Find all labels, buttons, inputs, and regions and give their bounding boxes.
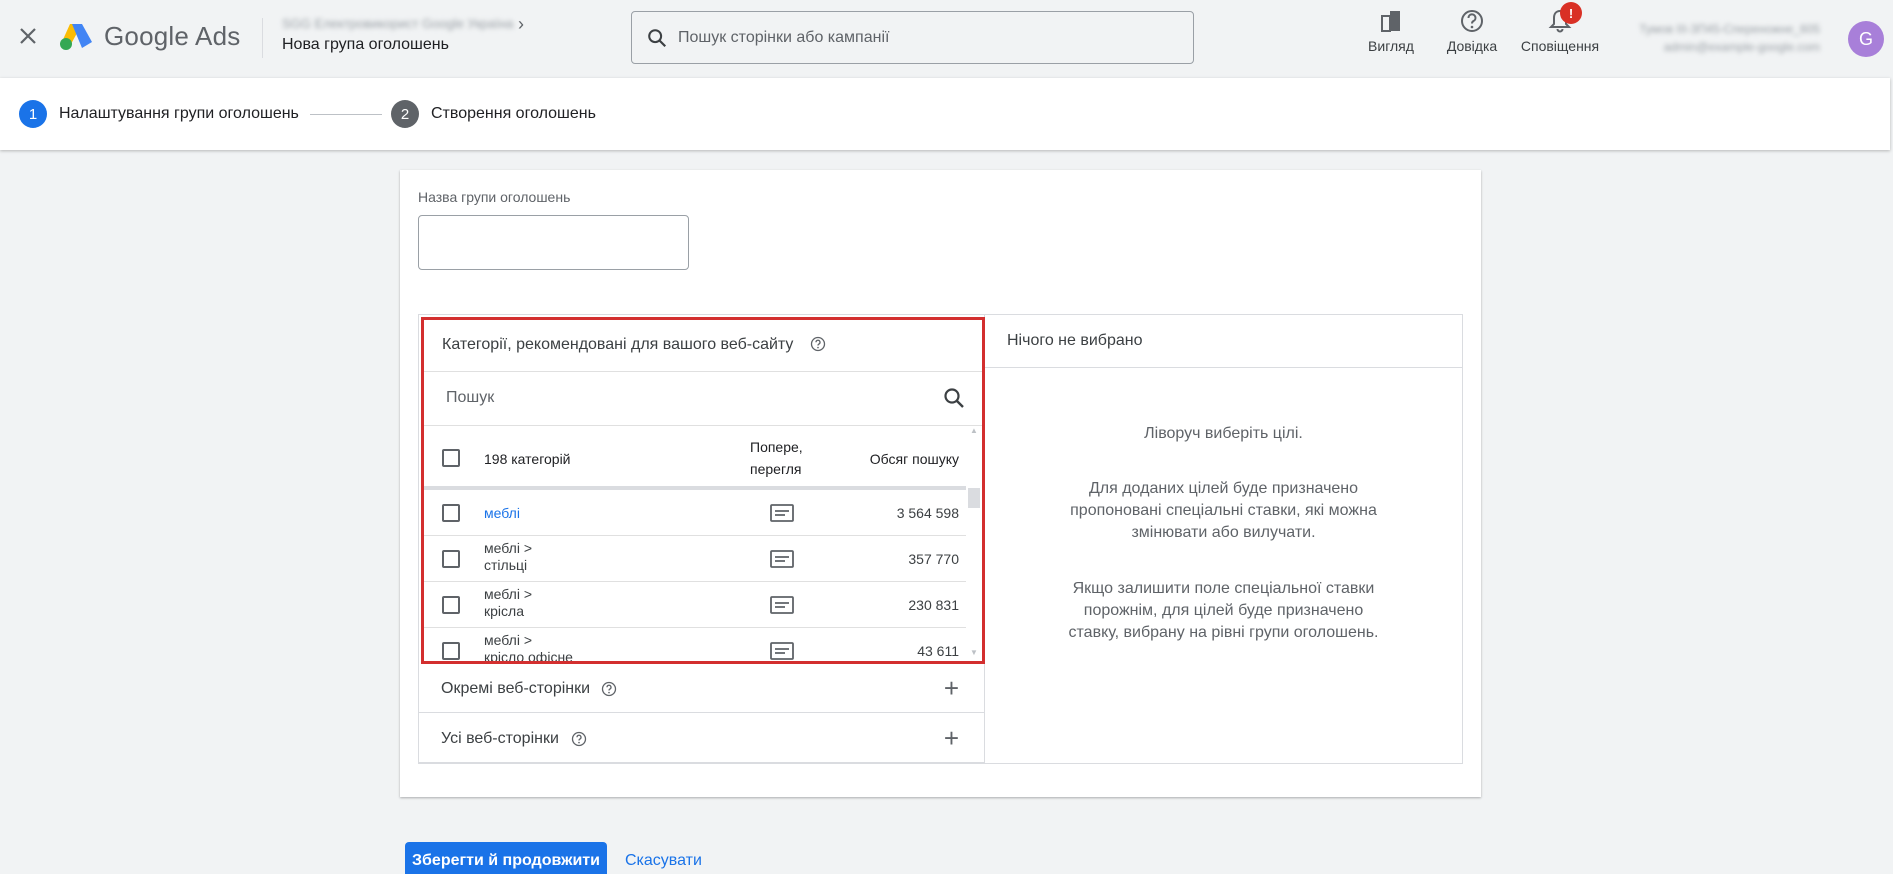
row-checkbox[interactable] [442, 596, 460, 614]
view-label: Вигляд [1368, 38, 1414, 54]
search-placeholder: Пошук сторінки або кампанії [678, 28, 890, 46]
step-2[interactable]: 2 Створення оголошень [391, 100, 596, 128]
help-circle-icon [1461, 10, 1483, 32]
selected-header: Нічого не вибрано [985, 315, 1462, 368]
account-info[interactable]: Тумов ІІІ-ЗП45-Спереножне_605 admin@exam… [1630, 20, 1820, 56]
header-divider [262, 18, 263, 58]
category-row[interactable]: меблі > стільці 357 770 [424, 536, 967, 582]
search-volume: 230 831 [908, 597, 959, 613]
web-pages-accordion[interactable]: Окремі веб-сторінки + [419, 665, 985, 713]
category-parent: меблі > [484, 632, 532, 648]
category-name: меблі > стільці [484, 540, 532, 574]
categories-title: Категорії, рекомендовані для вашого веб-… [442, 336, 794, 353]
add-icon[interactable]: + [944, 675, 959, 701]
category-child: крісла [484, 603, 524, 619]
bid-info-text: Для доданих цілей буде призначено пропон… [1070, 480, 1377, 541]
ad-preview-icon[interactable] [770, 504, 794, 527]
product-name: Google Ads [104, 20, 241, 51]
row-checkbox[interactable] [442, 504, 460, 522]
close-icon[interactable] [14, 22, 42, 50]
category-name: меблі > крісло офісне [484, 632, 573, 664]
all-web-pages-title: Усі веб-сторінки [441, 730, 559, 747]
column-header-search-volume[interactable]: Обсяг пошуку [870, 451, 959, 467]
step-2-label: Створення оголошень [431, 105, 596, 122]
all-web-pages-accordion[interactable]: Усі веб-сторінки + [419, 715, 985, 763]
search-input[interactable]: Пошук сторінки або кампанії [631, 11, 1194, 64]
avatar[interactable]: G [1848, 21, 1884, 57]
categories-search[interactable]: Пошук [424, 372, 982, 426]
step-1-label: Налаштування групи оголошень [59, 105, 299, 122]
page-title: Нова група оголошень [282, 36, 449, 53]
account-email: admin@example-google.com [1663, 40, 1820, 54]
row-checkbox[interactable] [442, 642, 460, 660]
category-row[interactable]: меблі > крісла 230 831 [424, 582, 967, 628]
google-ads-logo[interactable]: Google Ads [58, 20, 240, 52]
scroll-down-arrow-icon[interactable]: ▼ [970, 648, 978, 657]
targeting-panel: Категорії, рекомендовані для вашого веб-… [418, 314, 1463, 764]
web-pages-title: Окремі веб-сторінки [441, 680, 591, 697]
view-button[interactable]: Вигляд [1364, 8, 1418, 58]
category-row[interactable]: меблі > крісло офісне 43 611 [424, 628, 967, 664]
select-hint: Ліворуч виберіть цілі. [1144, 425, 1303, 442]
categories-scrollbar[interactable]: ▲ ▼ [966, 426, 982, 661]
step-1-number: 1 [19, 100, 47, 128]
ad-preview-icon[interactable] [770, 642, 794, 661]
cancel-button[interactable]: Скасувати [625, 852, 702, 870]
category-parent: меблі > [484, 586, 532, 602]
ad-group-name-input[interactable] [418, 215, 689, 270]
categories-header: Категорії, рекомендовані для вашого веб-… [424, 320, 982, 372]
category-parent: меблі > [484, 540, 532, 556]
add-icon[interactable]: + [944, 725, 959, 751]
save-and-continue-button[interactable]: Зберегти й продовжити [405, 842, 607, 874]
selected-title: Нічого не вибрано [1007, 332, 1143, 349]
scroll-thumb[interactable] [968, 488, 980, 508]
ad-preview-icon[interactable] [770, 550, 794, 573]
view-icon [1381, 11, 1400, 32]
notifications-button[interactable]: ! Сповіщення [1518, 2, 1602, 58]
step-2-number: 2 [391, 100, 419, 128]
help-icon[interactable] [571, 731, 587, 747]
category-child: крісло офісне [484, 649, 573, 664]
category-name[interactable]: меблі [484, 505, 520, 522]
column-header-views[interactable]: Попере, перегля [750, 436, 830, 480]
row-checkbox[interactable] [442, 550, 460, 568]
category-child: стільці [484, 557, 528, 573]
help-icon[interactable] [810, 336, 826, 352]
stepper: 1 Налаштування групи оголошень 2 Створен… [0, 78, 1890, 150]
search-volume: 3 564 598 [896, 505, 959, 521]
categories-search-input[interactable]: Пошук [446, 389, 494, 407]
scroll-up-arrow-icon[interactable]: ▲ [970, 426, 978, 435]
help-icon[interactable] [601, 681, 617, 697]
help-button[interactable]: Довідка [1440, 8, 1504, 58]
ad-preview-icon[interactable] [770, 596, 794, 619]
categories-table-header: 198 категорій Попере, перегля Обсяг пошу… [424, 426, 967, 490]
select-all-checkbox[interactable] [442, 449, 460, 467]
categories-count: 198 категорій [484, 451, 571, 467]
step-1[interactable]: 1 Налаштування групи оголошень [19, 100, 299, 128]
empty-bid-info-text: Якщо залишити поле спеціальної ставки по… [1068, 580, 1379, 641]
account-phone: Тумов ІІІ-ЗП45-Спереножне_605 [1639, 22, 1820, 36]
recommended-categories-box: Категорії, рекомендовані для вашого веб-… [421, 317, 985, 664]
chevron-right-icon[interactable]: › [518, 14, 524, 35]
account-name[interactable]: SGG Електровикорист Google Україна [282, 16, 513, 31]
category-row[interactable]: меблі 3 564 598 [424, 490, 967, 536]
google-ads-logo-icon [60, 24, 92, 50]
ad-group-card: Назва групи оголошень Категорії, рекомен… [400, 170, 1481, 797]
help-label: Довідка [1446, 38, 1498, 54]
notifications-badge: ! [1560, 2, 1582, 24]
category-name: меблі > крісла [484, 586, 532, 620]
search-volume: 357 770 [908, 551, 959, 567]
search-icon[interactable] [942, 386, 966, 415]
search-volume: 43 611 [917, 643, 959, 659]
ad-group-name-label: Назва групи оголошень [418, 189, 571, 205]
search-icon [648, 28, 667, 47]
top-app-bar: Google Ads SGG Електровикорист Google Ук… [0, 0, 1893, 78]
step-connector [310, 114, 382, 115]
notifications-label: Сповіщення [1520, 38, 1600, 54]
